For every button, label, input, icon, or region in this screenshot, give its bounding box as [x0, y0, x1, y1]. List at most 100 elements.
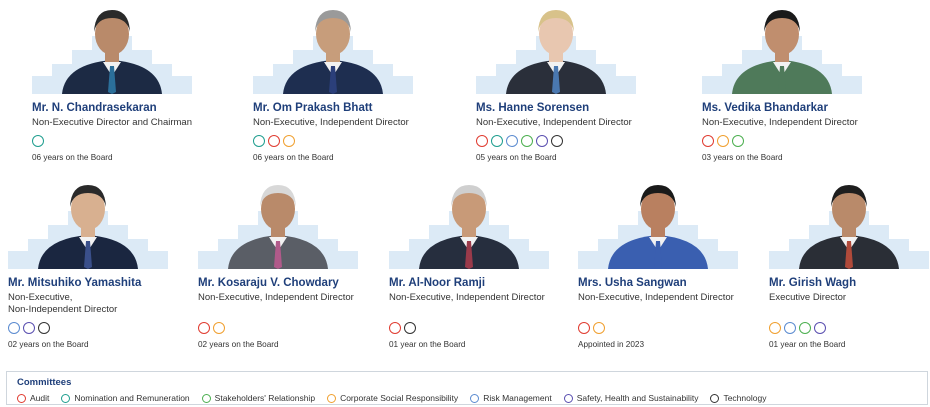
committee-circles [253, 135, 413, 149]
legend-circle-icon [327, 393, 337, 403]
committee-circles [32, 135, 192, 149]
committee-circles [702, 135, 862, 149]
director-photo [702, 2, 862, 94]
director-portrait [283, 10, 383, 94]
director-tenure: Appointed in 2023 [578, 340, 645, 349]
legend-circle-icon [201, 393, 211, 403]
director-role: Non-Executive, Non-Independent Director [8, 292, 168, 316]
director-card-yamashita: Mr. Mitsuhiko Yamashita Non-Executive, N… [8, 177, 168, 349]
committee-circle-risk [506, 135, 518, 147]
director-tenure: 02 years on the Board [198, 340, 279, 349]
director-name: Mr. Girish Wagh [769, 277, 857, 289]
committees-legend: Committees Audit Nomination and Remunerat… [6, 371, 928, 405]
committee-circle-audit [476, 135, 488, 147]
committee-circle-csr [283, 135, 295, 147]
director-portrait [506, 10, 606, 94]
director-photo [769, 177, 929, 269]
director-card-sorensen: Ms. Hanne Sorensen Non-Executive, Indepe… [476, 2, 636, 162]
director-tenure: 01 year on the Board [769, 340, 846, 349]
director-role-line2: Non-Independent Director [8, 304, 118, 315]
committee-circle-audit [198, 322, 210, 334]
legend-item-nomination: Nomination and Remuneration [61, 393, 190, 403]
committee-circle-nomination [32, 135, 44, 147]
director-role: Non-Executive, Independent Director [578, 292, 734, 303]
committee-circle-nomination [253, 135, 265, 147]
director-name: Ms. Hanne Sorensen [476, 102, 590, 114]
director-role: Non-Executive Director and Chairman [32, 117, 192, 128]
director-portrait [419, 185, 519, 269]
director-photo [578, 177, 738, 269]
committee-circle-safety [814, 322, 826, 334]
director-photo [476, 2, 636, 94]
director-role: Non-Executive, Independent Director [198, 292, 354, 303]
committee-circle-stakeholders [521, 135, 533, 147]
committee-circles [769, 322, 929, 336]
legend-item-risk: Risk Management [470, 393, 552, 403]
director-name: Mr. Mitsuhiko Yamashita [8, 277, 142, 289]
director-photo [389, 177, 549, 269]
committee-circle-audit [268, 135, 280, 147]
director-card-ramji: Mr. Al-Noor Ramji Non-Executive, Indepen… [389, 177, 549, 349]
director-role: Executive Director [769, 292, 847, 303]
committee-circle-audit [702, 135, 714, 147]
legend-circle-icon [563, 393, 573, 403]
committee-circle-audit [389, 322, 401, 334]
director-photo [198, 177, 358, 269]
director-role: Non-Executive, Independent Director [476, 117, 632, 128]
legend-label: Stakeholders' Relationship [214, 393, 316, 403]
legend-title: Committees [17, 377, 72, 388]
committee-circle-csr [769, 322, 781, 334]
legend-label: Risk Management [483, 393, 552, 403]
legend-item-technology: Technology [710, 393, 766, 403]
committee-circle-nomination [491, 135, 503, 147]
director-tenure: 05 years on the Board [476, 153, 557, 162]
legend-item-audit: Audit [17, 393, 49, 403]
director-card-chowdary: Mr. Kosaraju V. Chowdary Non-Executive, … [198, 177, 358, 349]
committee-circle-csr [213, 322, 225, 334]
director-card-bhatt: Mr. Om Prakash Bhatt Non-Executive, Inde… [253, 2, 413, 162]
committee-circles [476, 135, 636, 149]
director-tenure: 06 years on the Board [32, 153, 113, 162]
committee-circles [198, 322, 358, 336]
committee-circle-risk [784, 322, 796, 334]
committee-circle-audit [578, 322, 590, 334]
director-photo [32, 2, 192, 94]
director-role: Non-Executive, Independent Director [253, 117, 409, 128]
director-name: Mr. N. Chandrasekaran [32, 102, 157, 114]
director-card-sangwan: Mrs. Usha Sangwan Non-Executive, Indepen… [578, 177, 738, 349]
legend-item-csr: Corporate Social Responsibility [327, 393, 458, 403]
director-portrait [228, 185, 328, 269]
committee-circle-safety [23, 322, 35, 334]
director-card-wagh: Mr. Girish Wagh Executive Director 01 ye… [769, 177, 929, 349]
director-portrait [799, 185, 899, 269]
director-tenure: 03 years on the Board [702, 153, 783, 162]
director-photo [8, 177, 168, 269]
legend-circle-icon [17, 393, 26, 403]
committee-circle-technology [404, 322, 416, 334]
legend-circle-icon [61, 393, 71, 403]
committee-circle-stakeholders [799, 322, 811, 334]
committee-circle-safety [536, 135, 548, 147]
director-portrait [608, 185, 708, 269]
legend-label: Corporate Social Responsibility [340, 393, 459, 403]
director-name: Mr. Om Prakash Bhatt [253, 102, 373, 114]
director-tenure: 02 years on the Board [8, 340, 89, 349]
director-portrait [62, 10, 162, 94]
legend-item-safety: Safety, Health and Sustainability [563, 393, 698, 403]
legend-label: Technology [723, 393, 767, 403]
director-name: Mrs. Usha Sangwan [578, 277, 687, 289]
legend-label: Audit [30, 393, 50, 403]
director-role-line1: Non-Executive, [8, 292, 73, 303]
committee-circles [578, 322, 738, 336]
director-card-bhandarkar: Ms. Vedika Bhandarkar Non-Executive, Ind… [702, 2, 862, 162]
legend-label: Nomination and Remuneration [74, 393, 190, 403]
legend-circle-icon [470, 393, 480, 403]
director-photo [253, 2, 413, 94]
director-portrait [732, 10, 832, 94]
legend-circle-icon [710, 393, 720, 403]
director-portrait [38, 185, 138, 269]
director-name: Mr. Al-Noor Ramji [389, 277, 486, 289]
committee-circle-risk [8, 322, 20, 334]
director-tenure: 01 year on the Board [389, 340, 466, 349]
committee-circle-csr [717, 135, 729, 147]
